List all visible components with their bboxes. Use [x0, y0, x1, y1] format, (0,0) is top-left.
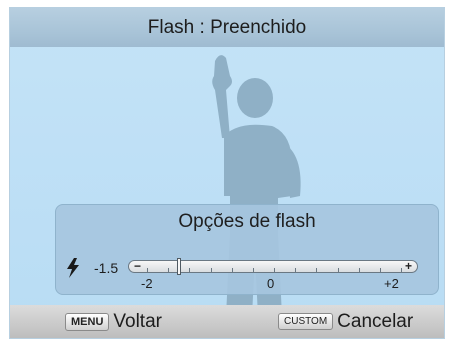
- decrease-button[interactable]: −: [131, 260, 144, 272]
- slider-tick: [358, 268, 360, 272]
- slider-tick: [379, 268, 381, 272]
- slider-tick: [210, 268, 212, 272]
- soft-key-bar: MENU Voltar CUSTOM Cancelar: [10, 305, 444, 338]
- menu-key-badge: MENU: [65, 312, 110, 331]
- flash-icon: [67, 258, 79, 278]
- slider-tick: [274, 268, 275, 272]
- slider-tick: [168, 268, 170, 272]
- back-label: Voltar: [113, 310, 162, 332]
- cancel-label: Cancelar: [337, 310, 414, 332]
- slider-tick: [401, 268, 402, 272]
- slider-thumb[interactable]: [176, 258, 181, 275]
- flash-ev-value: -1.5: [94, 260, 119, 276]
- slider-tick: [295, 268, 297, 272]
- scale-mid-label: 0: [267, 276, 275, 291]
- title-bar: Flash : Preenchido: [10, 8, 444, 47]
- slider-tick: [252, 268, 254, 272]
- slider-tick: [147, 268, 148, 272]
- slider-tick: [231, 268, 233, 272]
- camera-screen: Flash : Preenchido Opções de flash -1.5 …: [9, 7, 445, 339]
- custom-key-badge: CUSTOM: [278, 313, 334, 330]
- slider-tick: [189, 268, 191, 272]
- flash-ev-slider[interactable]: − +: [128, 258, 418, 275]
- panel-title: Opções de flash: [178, 211, 316, 232]
- increase-button[interactable]: +: [402, 260, 415, 272]
- slider-tick: [316, 268, 318, 272]
- screen-title: Flash : Preenchido: [147, 16, 307, 38]
- scale-min-label: -2: [141, 276, 153, 291]
- scale-max-label: +2: [384, 276, 399, 291]
- flash-options-panel: Opções de flash -1.5 − + -2 0 +2: [55, 204, 439, 295]
- slider-tick: [337, 268, 339, 272]
- back-softkey[interactable]: MENU Voltar: [65, 305, 162, 338]
- cancel-softkey[interactable]: CUSTOM Cancelar: [278, 305, 413, 338]
